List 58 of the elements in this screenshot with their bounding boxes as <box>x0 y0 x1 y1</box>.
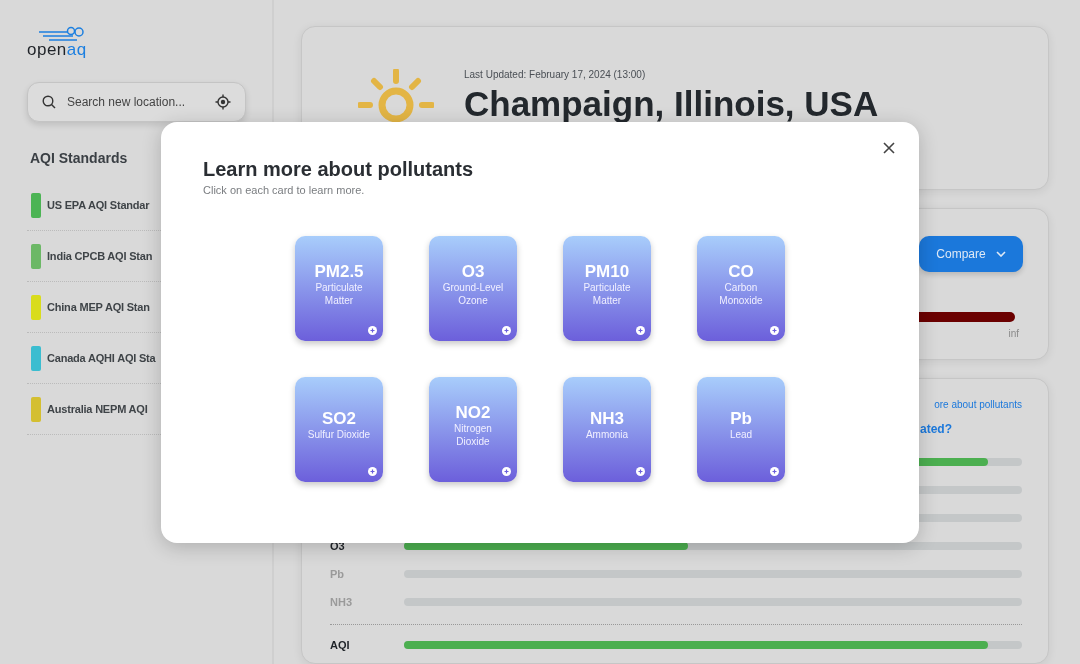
standard-label[interactable]: Australia NEPM AQI <box>47 403 148 415</box>
pollutant-name: Particulate Matter <box>314 282 364 307</box>
chevron-down-icon <box>995 251 1006 257</box>
aqi-label: AQI <box>330 639 351 651</box>
standard-label[interactable]: Canada AQHI AQI Sta <box>47 352 156 364</box>
standard-label[interactable]: India CPCB AQI Stan <box>47 250 153 262</box>
pollutant-symbol: NO2 <box>455 403 491 423</box>
plus-circle-icon <box>368 467 377 476</box>
locate-icon[interactable] <box>215 94 231 110</box>
pollutant-symbol: Pb <box>730 409 752 430</box>
pollutant-name: Ground-Level Ozone <box>441 282 505 307</box>
search-input[interactable]: Search new location... <box>65 94 206 110</box>
pollutant-label: Pb <box>330 568 346 580</box>
compare-button[interactable]: Compare <box>919 236 1023 272</box>
close-button[interactable] <box>881 140 897 156</box>
pollutant-name: Lead <box>729 429 753 442</box>
standard-label[interactable]: China MEP AQI Stan <box>47 301 150 313</box>
search-icon <box>42 95 56 109</box>
close-icon <box>883 142 895 154</box>
last-updated-text: Last Updated: February 17, 2024 (13:00) <box>464 69 647 80</box>
pollutant-name: Sulfur Dioxide <box>307 429 371 442</box>
plus-circle-icon <box>636 467 645 476</box>
pollutant-card[interactable]: CO Carbon Monoxide <box>697 236 785 341</box>
pollutant-symbol: NH3 <box>590 409 624 430</box>
pollutant-label: NH3 <box>330 596 353 608</box>
search-field[interactable]: Search new location... <box>27 82 246 122</box>
section-heading: ated? <box>920 422 953 436</box>
scale-end-label: inf <box>1008 328 1019 339</box>
wind-icon <box>37 26 85 42</box>
pollutant-card[interactable]: NO2 Nitrogen Dioxide <box>429 377 517 482</box>
pollutant-symbol: PM2.5 <box>314 262 364 282</box>
plus-circle-icon <box>770 467 779 476</box>
pollutant-symbol: PM10 <box>584 262 630 282</box>
dialog-subtitle: Click on each card to learn more. <box>203 184 366 196</box>
pollutant-symbol: SO2 <box>322 409 356 430</box>
plus-circle-icon <box>636 326 645 335</box>
pollutant-card[interactable]: NH3 Ammonia <box>563 377 651 482</box>
location-title: Champaign, Illinois, USA <box>464 86 879 121</box>
pollutant-name: Particulate Matter <box>582 282 632 307</box>
pollutant-symbol: CO <box>728 262 754 282</box>
pollutant-card[interactable]: SO2 Sulfur Dioxide <box>295 377 383 482</box>
pollutant-card[interactable]: PM10 Particulate Matter <box>563 236 651 341</box>
plus-circle-icon <box>502 326 511 335</box>
plus-circle-icon <box>770 326 779 335</box>
standard-label[interactable]: US EPA AQI Standar <box>47 199 150 211</box>
pollutant-card[interactable]: Pb Lead <box>697 377 785 482</box>
pollutant-card[interactable]: PM2.5 Particulate Matter <box>295 236 383 341</box>
pollutant-name: Ammonia <box>585 429 629 442</box>
section-title: AQI Standards <box>29 150 129 166</box>
pollutant-name: Carbon Monoxide <box>718 282 764 307</box>
pollutant-card[interactable]: O3 Ground-Level Ozone <box>429 236 517 341</box>
pollutant-symbol: O3 <box>461 262 485 282</box>
plus-circle-icon <box>368 326 377 335</box>
pollutant-name: Nitrogen Dioxide <box>453 423 493 448</box>
dialog-title: Learn more about pollutants <box>203 158 475 181</box>
logo-text: openaq <box>27 40 87 60</box>
plus-circle-icon <box>502 467 511 476</box>
pollutants-link[interactable]: ore about pollutants <box>934 399 1022 410</box>
